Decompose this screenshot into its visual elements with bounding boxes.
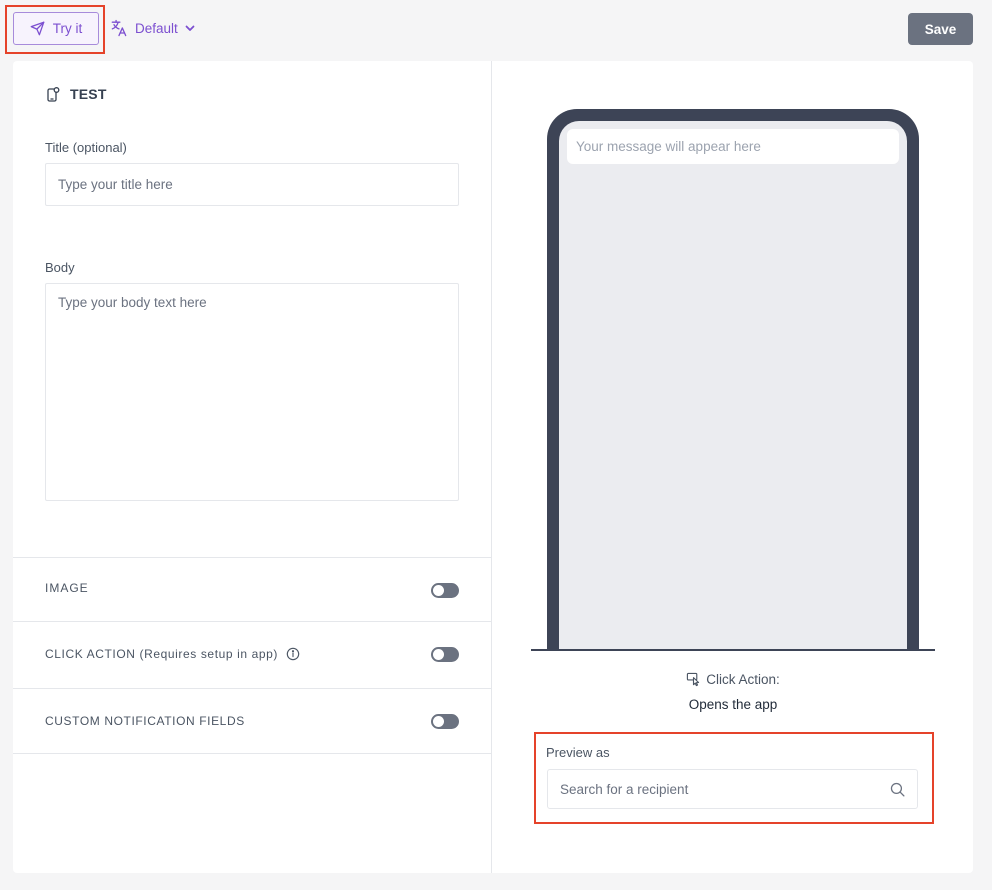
custom-fields-row: CUSTOM NOTIFICATION FIELDS — [13, 688, 492, 754]
search-icon[interactable] — [889, 781, 906, 798]
click-action-summary: Click Action: — [493, 672, 973, 687]
recipient-search — [547, 769, 918, 809]
try-it-button[interactable]: Try it — [13, 12, 99, 45]
body-input[interactable] — [45, 283, 459, 501]
save-button[interactable]: Save — [908, 13, 973, 45]
mobile-push-icon — [47, 87, 60, 102]
custom-fields-label: CUSTOM NOTIFICATION FIELDS — [45, 714, 245, 728]
recipient-search-input[interactable] — [548, 770, 917, 808]
section-header: TEST — [45, 86, 107, 102]
translate-icon — [111, 19, 127, 37]
click-action-summary-label: Click Action: — [706, 672, 780, 687]
chevron-down-icon — [185, 25, 195, 31]
phone-baseline — [531, 649, 935, 651]
info-icon[interactable] — [286, 647, 300, 661]
language-label: Default — [135, 20, 178, 36]
title-label: Title (optional) — [45, 140, 127, 155]
image-row: IMAGE — [13, 557, 492, 621]
click-action-icon — [687, 672, 700, 687]
phone-screen: Your message will appear here — [559, 121, 907, 651]
phone-frame: Your message will appear here — [547, 109, 919, 651]
preview-as-label: Preview as — [546, 745, 610, 760]
try-it-label: Try it — [52, 21, 83, 36]
message-preview: Your message will appear here — [567, 129, 899, 164]
preview-pane: Your message will appear here Click Acti… — [493, 61, 973, 873]
editor-card: TEST Title (optional) Body IMAGE CLICK A… — [13, 61, 973, 873]
click-action-toggle[interactable] — [431, 647, 459, 662]
language-dropdown[interactable]: Default — [109, 17, 196, 39]
click-action-value: Opens the app — [688, 697, 778, 712]
click-action-label: CLICK ACTION (Requires setup in app) — [45, 647, 300, 661]
title-input[interactable] — [45, 163, 459, 206]
click-action-row: CLICK ACTION (Requires setup in app) — [13, 621, 492, 688]
section-title: TEST — [70, 86, 107, 102]
image-toggle[interactable] — [431, 583, 459, 598]
custom-fields-toggle[interactable] — [431, 714, 459, 729]
body-label: Body — [45, 260, 75, 275]
send-icon — [30, 21, 45, 36]
image-label: IMAGE — [45, 581, 89, 595]
click-action-text: CLICK ACTION (Requires setup in app) — [45, 647, 279, 661]
editor-pane: TEST Title (optional) Body IMAGE CLICK A… — [13, 61, 492, 873]
